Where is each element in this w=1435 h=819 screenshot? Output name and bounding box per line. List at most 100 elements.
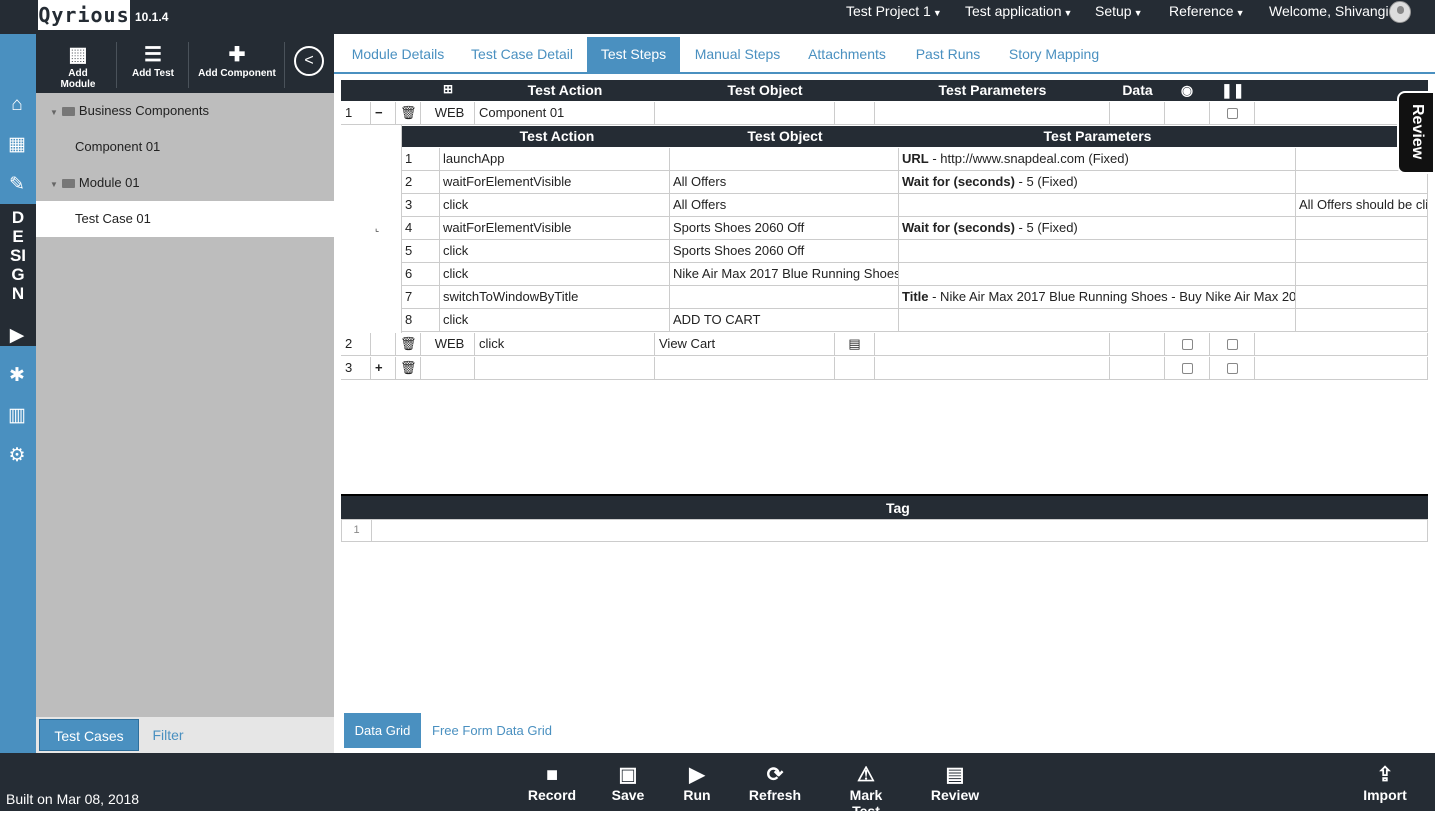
delete-row-icon[interactable]: 🗑	[396, 333, 421, 356]
row-test-action[interactable]: Component 01	[475, 102, 655, 125]
tab-manual-steps[interactable]: Manual Steps	[689, 37, 786, 72]
row-object-picker[interactable]	[835, 102, 875, 125]
welcome-user[interactable]: Welcome, Shivangi	[1269, 3, 1389, 19]
subgrid-extra[interactable]: All Offers should be click	[1296, 194, 1428, 217]
run-button[interactable]: ▶ Run	[680, 763, 714, 803]
add-module-button[interactable]: ▦ Add Module	[50, 42, 106, 90]
subgrid-test-parameters[interactable]	[899, 194, 1296, 217]
tree-node-business-components[interactable]: ▼ Business Components	[36, 93, 334, 129]
subgrid-extra[interactable]	[1296, 286, 1428, 309]
row-test-action[interactable]	[475, 357, 655, 380]
review-button[interactable]: ▤ Review	[930, 763, 980, 803]
subgrid-test-parameters[interactable]	[899, 240, 1296, 263]
subgrid-test-action[interactable]: click	[440, 309, 670, 332]
row-test-parameters[interactable]	[875, 102, 1110, 125]
subgrid-test-object[interactable]: All Offers	[670, 194, 899, 217]
refresh-button[interactable]: ⟳ Refresh	[747, 763, 803, 803]
review-side-tab[interactable]: Review	[1397, 91, 1435, 174]
subgrid-test-action[interactable]: switchToWindowByTitle	[440, 286, 670, 309]
subgrid-extra[interactable]	[1296, 263, 1428, 286]
tree-node-module-01[interactable]: ▼ Module 01	[36, 165, 334, 201]
pause-checkbox[interactable]	[1227, 108, 1238, 119]
tab-story-mapping[interactable]: Story Mapping	[1004, 37, 1104, 72]
user-avatar-icon[interactable]	[1389, 1, 1411, 23]
menu-setup[interactable]: Setup ▼	[1095, 3, 1143, 19]
save-button[interactable]: ▣ Save	[608, 763, 648, 803]
subgrid-test-parameters[interactable]: URL - http://www.snapdeal.com (Fixed)	[899, 148, 1296, 171]
tab-free-form-data-grid[interactable]: Free Form Data Grid	[431, 713, 553, 748]
gears-icon[interactable]: ⚙	[4, 443, 30, 469]
subgrid-test-object[interactable]: Sports Shoes 2060 Off	[670, 217, 899, 240]
subgrid-test-action[interactable]: launchApp	[440, 148, 670, 171]
tab-test-steps[interactable]: Test Steps	[587, 37, 680, 72]
resize-handle-icon[interactable]: ⌞	[375, 223, 379, 234]
screenshot-checkbox[interactable]	[1182, 339, 1193, 350]
subgrid-test-action[interactable]: waitForElementVisible	[440, 217, 670, 240]
subgrid-test-object[interactable]: ADD TO CART	[670, 309, 899, 332]
subgrid-test-action[interactable]: click	[440, 263, 670, 286]
tab-attachments[interactable]: Attachments	[802, 37, 892, 72]
subgrid-test-action[interactable]: click	[440, 240, 670, 263]
tree-node-component-01[interactable]: Component 01	[36, 129, 334, 165]
row-test-action[interactable]: click	[475, 333, 655, 356]
add-test-button[interactable]: ☰ Add Test	[128, 42, 178, 79]
expand-arrow-icon[interactable]: ▼	[50, 108, 58, 117]
tab-past-runs[interactable]: Past Runs	[909, 37, 987, 72]
subgrid-test-object[interactable]: Sports Shoes 2060 Off	[670, 240, 899, 263]
row-test-object[interactable]: View Cart	[655, 333, 835, 356]
add-row-button[interactable]: +	[371, 357, 396, 380]
subgrid-extra[interactable]	[1296, 309, 1428, 332]
subgrid-test-action[interactable]: waitForElementVisible	[440, 171, 670, 194]
subgrid-test-object[interactable]: Nike Air Max 2017 Blue Running Shoes	[670, 263, 899, 286]
screenshot-checkbox[interactable]	[1182, 363, 1193, 374]
bug-icon[interactable]: ✱	[4, 363, 30, 389]
row-test-parameters[interactable]	[875, 333, 1110, 356]
subgrid-test-object[interactable]: All Offers	[670, 171, 899, 194]
tab-module-details[interactable]: Module Details	[344, 37, 452, 72]
subgrid-test-parameters[interactable]	[899, 263, 1296, 286]
row-data[interactable]	[1110, 333, 1165, 356]
tab-test-case-detail[interactable]: Test Case Detail	[464, 37, 580, 72]
pause-checkbox[interactable]	[1227, 339, 1238, 350]
row-object-picker[interactable]	[835, 357, 875, 380]
add-component-button[interactable]: ✚ Add Component	[198, 42, 276, 79]
subgrid-test-object[interactable]	[670, 148, 899, 171]
collapse-row-button[interactable]: −	[371, 102, 396, 125]
pause-checkbox[interactable]	[1227, 363, 1238, 374]
subgrid-test-parameters[interactable]: Wait for (seconds) - 5 (Fixed)	[899, 217, 1296, 240]
app-logo[interactable]: Qyrious	[38, 0, 130, 30]
tree-node-test-case-01[interactable]: Test Case 01	[36, 201, 334, 237]
import-button[interactable]: ⇪ Import	[1362, 763, 1408, 803]
document-icon[interactable]: ▤	[835, 333, 875, 356]
calendar-icon[interactable]: ▦	[4, 132, 30, 158]
subgrid-test-parameters[interactable]: Title - Nike Air Max 2017 Blue Running S…	[899, 286, 1296, 309]
delete-row-icon[interactable]: 🗑	[396, 102, 421, 125]
pencil-icon[interactable]: ✎	[4, 172, 30, 198]
tag-row[interactable]: 1	[341, 519, 1428, 542]
tab-filter[interactable]: Filter	[144, 719, 192, 751]
tab-test-cases[interactable]: Test Cases	[39, 719, 139, 751]
camera-icon[interactable]: ◉	[1177, 82, 1197, 99]
record-button[interactable]: ■ Record	[527, 763, 577, 803]
menu-test-project[interactable]: Test Project 1 ▼	[846, 3, 942, 19]
subgrid-test-parameters[interactable]	[899, 309, 1296, 332]
row-test-parameters[interactable]	[875, 357, 1110, 380]
row-data[interactable]	[1110, 357, 1165, 380]
menu-reference[interactable]: Reference ▼	[1169, 3, 1245, 19]
subgrid-test-action[interactable]: click	[440, 194, 670, 217]
collapse-panel-icon[interactable]: <	[294, 46, 324, 76]
subgrid-test-parameters[interactable]: Wait for (seconds) - 5 (Fixed)	[899, 171, 1296, 194]
subgrid-extra[interactable]	[1296, 217, 1428, 240]
subgrid-test-object[interactable]	[670, 286, 899, 309]
home-icon[interactable]: ⌂	[4, 92, 30, 118]
menu-test-application[interactable]: Test application ▼	[965, 3, 1072, 19]
expand-arrow-icon[interactable]: ▼	[50, 180, 58, 189]
tab-data-grid[interactable]: Data Grid	[344, 713, 421, 748]
delete-row-icon[interactable]: 🗑	[396, 357, 421, 380]
bar-chart-icon[interactable]: ▥	[4, 403, 30, 429]
pause-icon[interactable]: ❚❚	[1221, 82, 1244, 99]
play-icon[interactable]: ▶	[4, 323, 30, 349]
row-test-object[interactable]	[655, 102, 835, 125]
row-data[interactable]	[1110, 102, 1165, 125]
row-test-object[interactable]	[655, 357, 835, 380]
